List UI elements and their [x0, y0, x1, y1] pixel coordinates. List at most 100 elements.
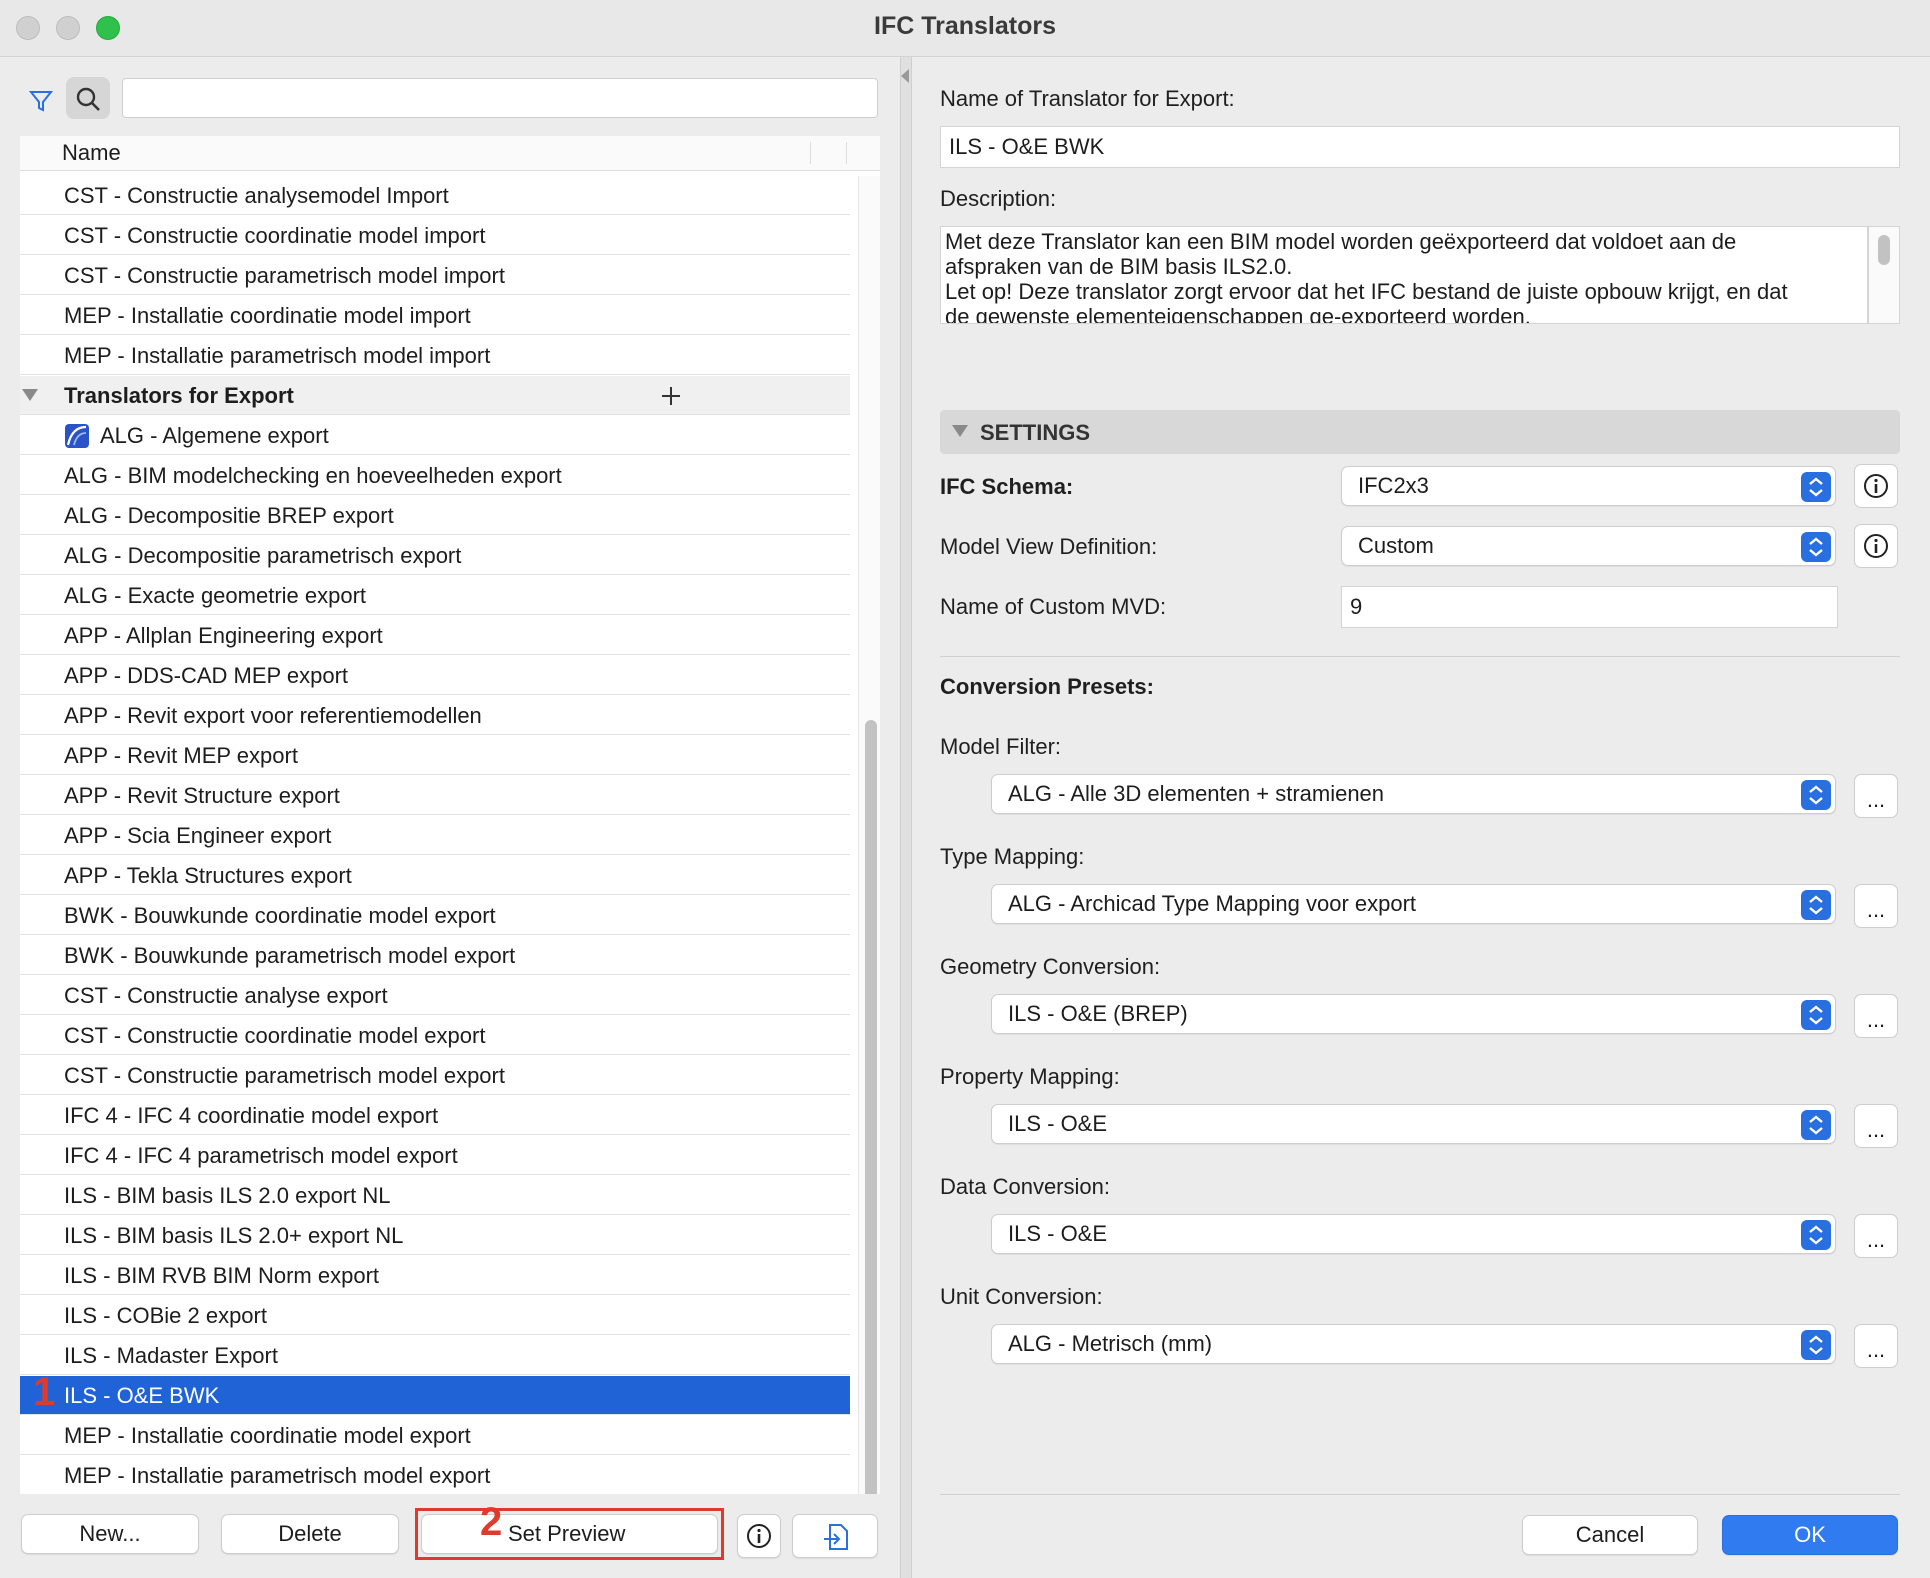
list-item[interactable]: APP - Revit MEP export — [20, 736, 850, 775]
translator-info-button[interactable] — [737, 1514, 781, 1558]
separator — [940, 1494, 1900, 1495]
description-scrollbar[interactable] — [1868, 226, 1900, 324]
list-item[interactable]: CST - Constructie analyse export — [20, 976, 850, 1015]
model-filter-value: ALG - Alle 3D elementen + stramienen — [1008, 781, 1385, 806]
data-conversion-edit-button[interactable]: ... — [1854, 1214, 1898, 1258]
list-item-label: BWK - Bouwkunde coordinatie model export — [64, 903, 496, 928]
default-translator-icon — [65, 424, 89, 448]
filter-icon[interactable] — [28, 88, 54, 114]
list-item[interactable]: ALG - Exacte geometrie export — [20, 576, 850, 615]
model-filter-edit-button[interactable]: ... — [1854, 774, 1898, 818]
ok-button[interactable]: OK — [1722, 1515, 1898, 1555]
list-item[interactable]: MEP - Installatie coordinatie model impo… — [20, 296, 850, 335]
unit-conversion-select[interactable]: ALG - Metrisch (mm) — [991, 1324, 1836, 1364]
list-item[interactable]: ALG - Algemene export — [20, 416, 850, 455]
disclosure-triangle-icon[interactable] — [22, 389, 38, 403]
delete-button[interactable]: Delete — [221, 1514, 399, 1554]
add-icon[interactable] — [660, 385, 682, 407]
search-toggle-button[interactable] — [66, 77, 110, 119]
settings-header[interactable]: SETTINGS — [940, 410, 1900, 454]
mvd-select[interactable]: Custom — [1341, 526, 1836, 566]
list-item-label: APP - Scia Engineer export — [64, 823, 332, 848]
model-filter-label: Model Filter: — [940, 734, 1062, 759]
info-icon — [747, 1524, 771, 1548]
collapse-arrow-icon[interactable] — [899, 69, 911, 83]
list-item[interactable]: APP - DDS-CAD MEP export — [20, 656, 850, 695]
list-item-label: ILS - BIM basis ILS 2.0 export NL — [64, 1183, 391, 1208]
list-item[interactable]: ILS - Madaster Export — [20, 1336, 850, 1375]
custom-mvd-field[interactable]: 9 — [1341, 586, 1838, 628]
list-item[interactable]: BWK - Bouwkunde parametrisch model expor… — [20, 936, 850, 975]
geometry-conversion-select[interactable]: ILS - O&E (BREP) — [991, 994, 1836, 1034]
scrollbar-thumb[interactable] — [1878, 235, 1890, 265]
description-line: Met deze Translator kan een BIM model wo… — [945, 229, 1737, 254]
ifc-schema-select[interactable]: IFC2x3 — [1341, 466, 1836, 506]
list-item[interactable]: IFC 4 - IFC 4 parametrisch model export — [20, 1136, 850, 1175]
new-button[interactable]: New... — [21, 1514, 199, 1554]
type-mapping-edit-button[interactable]: ... — [1854, 884, 1898, 928]
group-row-translators-for-export[interactable]: Translators for Export — [20, 376, 850, 415]
list-item[interactable]: CST - Constructie parametrisch model exp… — [20, 1056, 850, 1095]
list-item[interactable]: ILS - BIM RVB BIM Norm export — [20, 1256, 850, 1295]
model-filter-select[interactable]: ALG - Alle 3D elementen + stramienen — [991, 774, 1836, 814]
list-item-label: MEP - Installatie coordinatie model impo… — [64, 303, 471, 328]
list-item[interactable]: IFC 4 - IFC 4 coordinatie model export — [20, 1096, 850, 1135]
list-item[interactable]: ILS - COBie 2 export — [20, 1296, 850, 1335]
import-translator-button[interactable] — [792, 1514, 878, 1558]
list-item[interactable]: APP - Revit export voor referentiemodell… — [20, 696, 850, 735]
list-item-label: BWK - Bouwkunde parametrisch model expor… — [64, 943, 516, 968]
property-mapping-edit-button[interactable]: ... — [1854, 1104, 1898, 1148]
list-header: Name — [20, 136, 880, 171]
data-conversion-select[interactable]: ILS - O&E — [991, 1214, 1836, 1254]
list-item[interactable]: MEP - Installatie parametrisch model exp… — [20, 1456, 850, 1494]
list-item[interactable]: ILS - BIM basis ILS 2.0+ export NL — [20, 1216, 850, 1255]
list-item[interactable]: BWK - Bouwkunde coordinatie model export — [20, 896, 850, 935]
list-item[interactable]: APP - Tekla Structures export — [20, 856, 850, 895]
list-item[interactable]: CST - Constructie coordinatie model expo… — [20, 1016, 850, 1055]
split-divider[interactable] — [900, 57, 912, 1578]
list-item-label: ILS - BIM basis ILS 2.0+ export NL — [64, 1223, 404, 1248]
title-bar: IFC Translators — [0, 0, 1930, 57]
column-header-name[interactable]: Name — [62, 140, 121, 166]
list-item[interactable]: MEP - Installatie parametrisch model imp… — [20, 336, 850, 375]
window-title: IFC Translators — [874, 12, 1056, 40]
column-separator — [846, 142, 847, 164]
mvd-value: Custom — [1358, 533, 1434, 558]
set-preview-label: Set Preview — [508, 1521, 626, 1546]
cancel-button[interactable]: Cancel — [1522, 1515, 1698, 1555]
stepper-arrows-icon — [1801, 1000, 1831, 1030]
list-item[interactable]: CST - Constructie analysemodel Import — [20, 176, 850, 215]
list-item[interactable]: APP - Scia Engineer export — [20, 816, 850, 855]
list-item[interactable]: ALG - Decompositie parametrisch export — [20, 536, 850, 575]
list-item[interactable]: ALG - Decompositie BREP export — [20, 496, 850, 535]
geometry-conversion-edit-button[interactable]: ... — [1854, 994, 1898, 1038]
set-preview-button[interactable]: 2 Set Preview — [421, 1502, 718, 1554]
list-item[interactable]: APP - Allplan Engineering export — [20, 616, 850, 655]
list-item[interactable]: CST - Constructie parametrisch model imp… — [20, 256, 850, 295]
list-item-label: IFC 4 - IFC 4 parametrisch model export — [64, 1143, 458, 1168]
schema-info-button[interactable] — [1854, 464, 1898, 508]
type-mapping-select[interactable]: ALG - Archicad Type Mapping voor export — [991, 884, 1836, 924]
mvd-info-button[interactable] — [1854, 524, 1898, 568]
list-item-label: APP - Revit MEP export — [64, 743, 298, 768]
search-input[interactable] — [122, 78, 878, 118]
list-item-label: ILS - Madaster Export — [64, 1343, 278, 1368]
list-item[interactable]: APP - Revit Structure export — [20, 776, 850, 815]
list-item[interactable]: MEP - Installatie coordinatie model expo… — [20, 1416, 850, 1455]
data-conversion-label: Data Conversion: — [940, 1174, 1110, 1199]
list-scrollbar[interactable] — [858, 176, 880, 1494]
list-item[interactable]: CST - Constructie coordinatie model impo… — [20, 216, 850, 255]
translator-name-field[interactable]: ILS - O&E BWK — [940, 126, 1900, 168]
property-mapping-select[interactable]: ILS - O&E — [991, 1104, 1836, 1144]
translator-name-label: Name of Translator for Export: — [940, 86, 1235, 111]
property-mapping-label: Property Mapping: — [940, 1064, 1120, 1089]
custom-mvd-label: Name of Custom MVD: — [940, 594, 1167, 619]
scrollbar-thumb[interactable] — [865, 720, 877, 1494]
type-mapping-label: Type Mapping: — [940, 844, 1085, 869]
list-item-selected[interactable]: ILS - O&E BWK — [20, 1376, 850, 1415]
unit-conversion-edit-button[interactable]: ... — [1854, 1324, 1898, 1368]
list-item[interactable]: ILS - BIM basis ILS 2.0 export NL — [20, 1176, 850, 1215]
description-textarea[interactable]: Met deze Translator kan een BIM model wo… — [940, 226, 1868, 324]
list-item-label: APP - Allplan Engineering export — [64, 623, 383, 648]
list-item[interactable]: ALG - BIM modelchecking en hoeveelheden … — [20, 456, 850, 495]
